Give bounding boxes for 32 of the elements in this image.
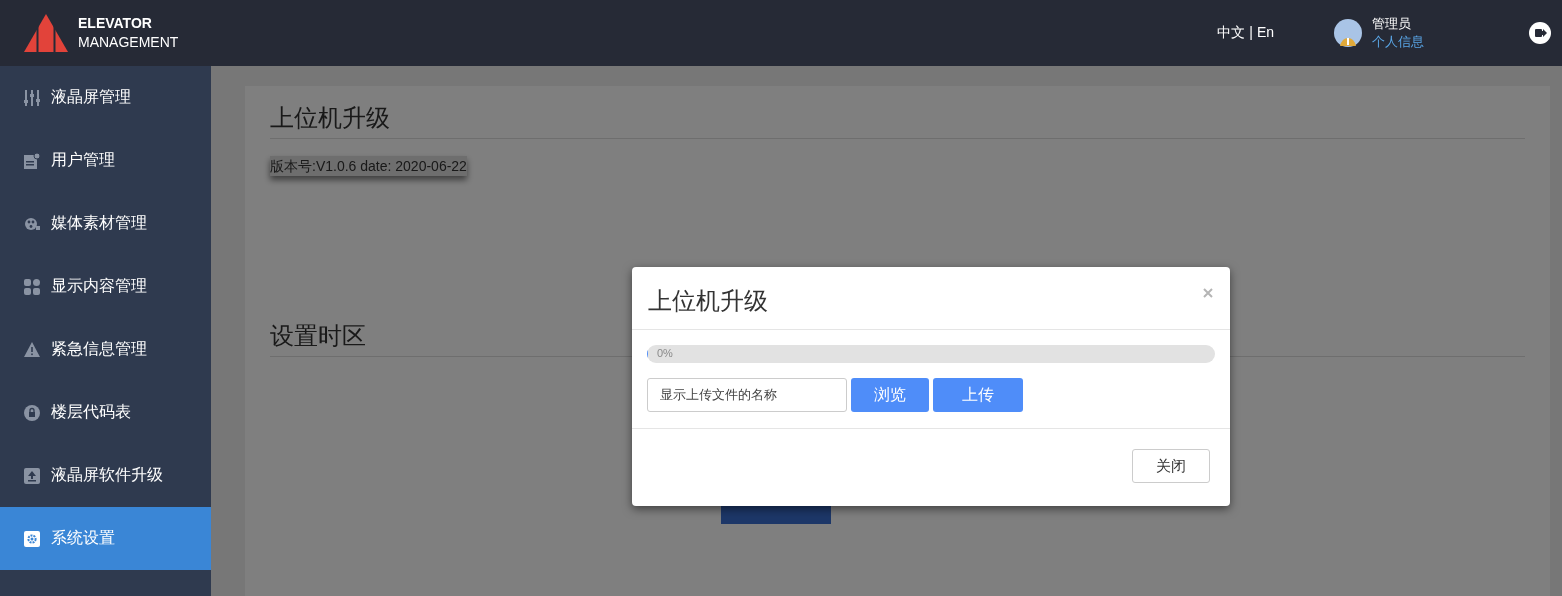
- sidebar-item[interactable]: 液晶屏软件升级: [0, 444, 211, 507]
- grid-icon: [24, 278, 40, 295]
- logout-icon[interactable]: [1529, 22, 1551, 44]
- settings-icon: [24, 530, 40, 547]
- progress-reading: 0%: [657, 347, 673, 359]
- sidebar-item[interactable]: 用户管理: [0, 129, 211, 192]
- upload-icon: [24, 467, 40, 484]
- language-separator: |: [1249, 24, 1253, 42]
- version-text: 版本号:V1.0.6 date: 2020-06-22: [270, 156, 467, 176]
- sidebar-item[interactable]: 液晶屏管理: [0, 66, 211, 129]
- language-link[interactable]: En: [1256, 24, 1274, 42]
- sliders-icon: [24, 89, 40, 106]
- lock-icon: [24, 404, 40, 421]
- warning-icon: [24, 342, 40, 357]
- sidebar-item[interactable]: 楼层代码表: [0, 381, 211, 444]
- brand-name: ELEVATOR: [78, 14, 153, 33]
- language-link[interactable]: 中文: [1217, 24, 1246, 42]
- sidebar-item[interactable]: 紧急信息管理: [0, 318, 211, 381]
- profile-link[interactable]: 个人信息: [1372, 33, 1424, 51]
- logo-icon: [24, 14, 68, 52]
- brand-subtitle: MANAGEMENT: [78, 33, 179, 52]
- dialog-title: 上位机升级: [648, 286, 768, 316]
- sidebar-item[interactable]: 显示内容管理: [0, 255, 211, 318]
- sidebar-item[interactable]: 媒体素材管理: [0, 192, 211, 255]
- profile-card-icon: [24, 152, 40, 169]
- film-reel-icon: [24, 215, 40, 232]
- avatar-icon: [1334, 19, 1362, 47]
- close-button[interactable]: 关闭: [1132, 449, 1210, 483]
- user-name: 管理员: [1372, 15, 1412, 33]
- sidebar-item[interactable]: 系统设置: [0, 507, 211, 570]
- section-title: 上位机升级: [270, 102, 1525, 139]
- file-name-field[interactable]: 显示上传文件的名称: [647, 378, 847, 412]
